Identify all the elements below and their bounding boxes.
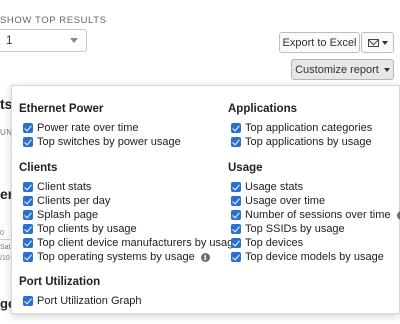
checkbox-checked[interactable] bbox=[23, 296, 33, 306]
show-top-results-label: SHOW TOP RESULTS bbox=[0, 15, 107, 26]
option-label: Splash page bbox=[37, 209, 99, 221]
option-top-device-models-by-usage[interactable]: Top device models by usage bbox=[231, 250, 384, 264]
caret-down-icon bbox=[383, 67, 390, 72]
option-top-devices[interactable]: Top devices bbox=[231, 236, 303, 250]
envelope-icon bbox=[367, 38, 379, 47]
checkbox-checked[interactable] bbox=[231, 252, 241, 262]
option-usage-over-time[interactable]: Usage over time bbox=[231, 194, 325, 208]
option-top-clients-by-usage[interactable]: Top clients by usage bbox=[23, 222, 137, 236]
option-label: Top client device manufacturers by usage bbox=[37, 237, 240, 249]
checkbox-checked[interactable] bbox=[23, 238, 33, 248]
option-top-operating-systems-by-usage[interactable]: Top operating systems by usage i bbox=[23, 250, 210, 264]
option-label: Clients per day bbox=[37, 195, 111, 207]
info-icon[interactable]: i bbox=[396, 210, 400, 220]
option-label: Power rate over time bbox=[37, 122, 139, 134]
option-label: Top application categories bbox=[245, 122, 373, 134]
option-client-stats[interactable]: Client stats bbox=[23, 180, 91, 194]
section-title-port-utilization: Port Utilization bbox=[19, 276, 101, 288]
checkbox-checked[interactable] bbox=[231, 210, 241, 220]
background-divider bbox=[0, 239, 10, 240]
checkbox-checked[interactable] bbox=[231, 224, 241, 234]
section-title-ethernet-power: Ethernet Power bbox=[19, 103, 104, 115]
checkbox-checked[interactable] bbox=[23, 182, 33, 192]
option-top-applications-by-usage[interactable]: Top applications by usage bbox=[231, 135, 372, 149]
checkbox-checked[interactable] bbox=[23, 252, 33, 262]
option-clients-per-day[interactable]: Clients per day bbox=[23, 194, 110, 208]
option-port-utilization-graph[interactable]: Port Utilization Graph bbox=[23, 294, 142, 308]
export-to-excel-button[interactable]: Export to Excel bbox=[279, 32, 360, 53]
option-label: Top switches by power usage bbox=[37, 136, 181, 148]
option-top-switches-by-power-usage[interactable]: Top switches by power usage bbox=[23, 135, 181, 149]
option-label: Client stats bbox=[37, 181, 92, 193]
customize-report-panel: Ethernet Power Power rate over time Top … bbox=[11, 85, 400, 314]
section-title-applications: Applications bbox=[228, 103, 298, 115]
chevron-down-icon bbox=[70, 38, 78, 43]
checkbox-checked[interactable] bbox=[231, 196, 241, 206]
checkbox-checked[interactable] bbox=[23, 210, 33, 220]
background-text: Sat bbox=[0, 244, 11, 251]
checkbox-checked[interactable] bbox=[231, 238, 241, 248]
customize-report-button[interactable]: Customize report bbox=[291, 59, 394, 80]
option-splash-page[interactable]: Splash page bbox=[23, 208, 98, 222]
option-label: Number of sessions over time bbox=[245, 209, 391, 221]
option-number-of-sessions-over-time[interactable]: Number of sessions over time i bbox=[231, 208, 400, 222]
show-top-results-select[interactable]: 1 bbox=[0, 29, 87, 52]
option-power-rate-over-time[interactable]: Power rate over time bbox=[23, 121, 138, 135]
checkbox-checked[interactable] bbox=[231, 182, 241, 192]
background-text: 0 bbox=[0, 230, 4, 237]
option-label: Top SSIDs by usage bbox=[245, 223, 345, 235]
option-top-application-categories[interactable]: Top application categories bbox=[231, 121, 372, 135]
option-usage-stats[interactable]: Usage stats bbox=[231, 180, 303, 194]
option-label: Top device models by usage bbox=[245, 251, 384, 263]
option-top-ssids-by-usage[interactable]: Top SSIDs by usage bbox=[231, 222, 345, 236]
section-title-clients: Clients bbox=[19, 162, 58, 174]
option-label: Port Utilization Graph bbox=[37, 295, 142, 307]
checkbox-checked[interactable] bbox=[231, 123, 241, 133]
option-label: Top clients by usage bbox=[37, 223, 137, 235]
option-top-client-device-manufacturers[interactable]: Top client device manufacturers by usage bbox=[23, 236, 239, 250]
option-label: Usage stats bbox=[245, 181, 304, 193]
option-label: Top operating systems by usage bbox=[37, 251, 195, 263]
option-label: Usage over time bbox=[245, 195, 326, 207]
section-title-usage: Usage bbox=[228, 162, 263, 174]
info-icon[interactable]: i bbox=[200, 252, 210, 262]
background-text: /10 bbox=[0, 255, 10, 262]
option-label: Top devices bbox=[245, 237, 304, 249]
customize-report-label: Customize report bbox=[295, 63, 379, 76]
checkbox-checked[interactable] bbox=[23, 196, 33, 206]
checkbox-checked[interactable] bbox=[231, 137, 241, 147]
option-label: Top applications by usage bbox=[245, 136, 372, 148]
checkbox-checked[interactable] bbox=[23, 123, 33, 133]
show-top-results-value: 1 bbox=[6, 34, 13, 47]
checkbox-checked[interactable] bbox=[23, 137, 33, 147]
email-report-button[interactable] bbox=[361, 32, 394, 53]
caret-down-icon bbox=[381, 40, 388, 45]
checkbox-checked[interactable] bbox=[23, 224, 33, 234]
